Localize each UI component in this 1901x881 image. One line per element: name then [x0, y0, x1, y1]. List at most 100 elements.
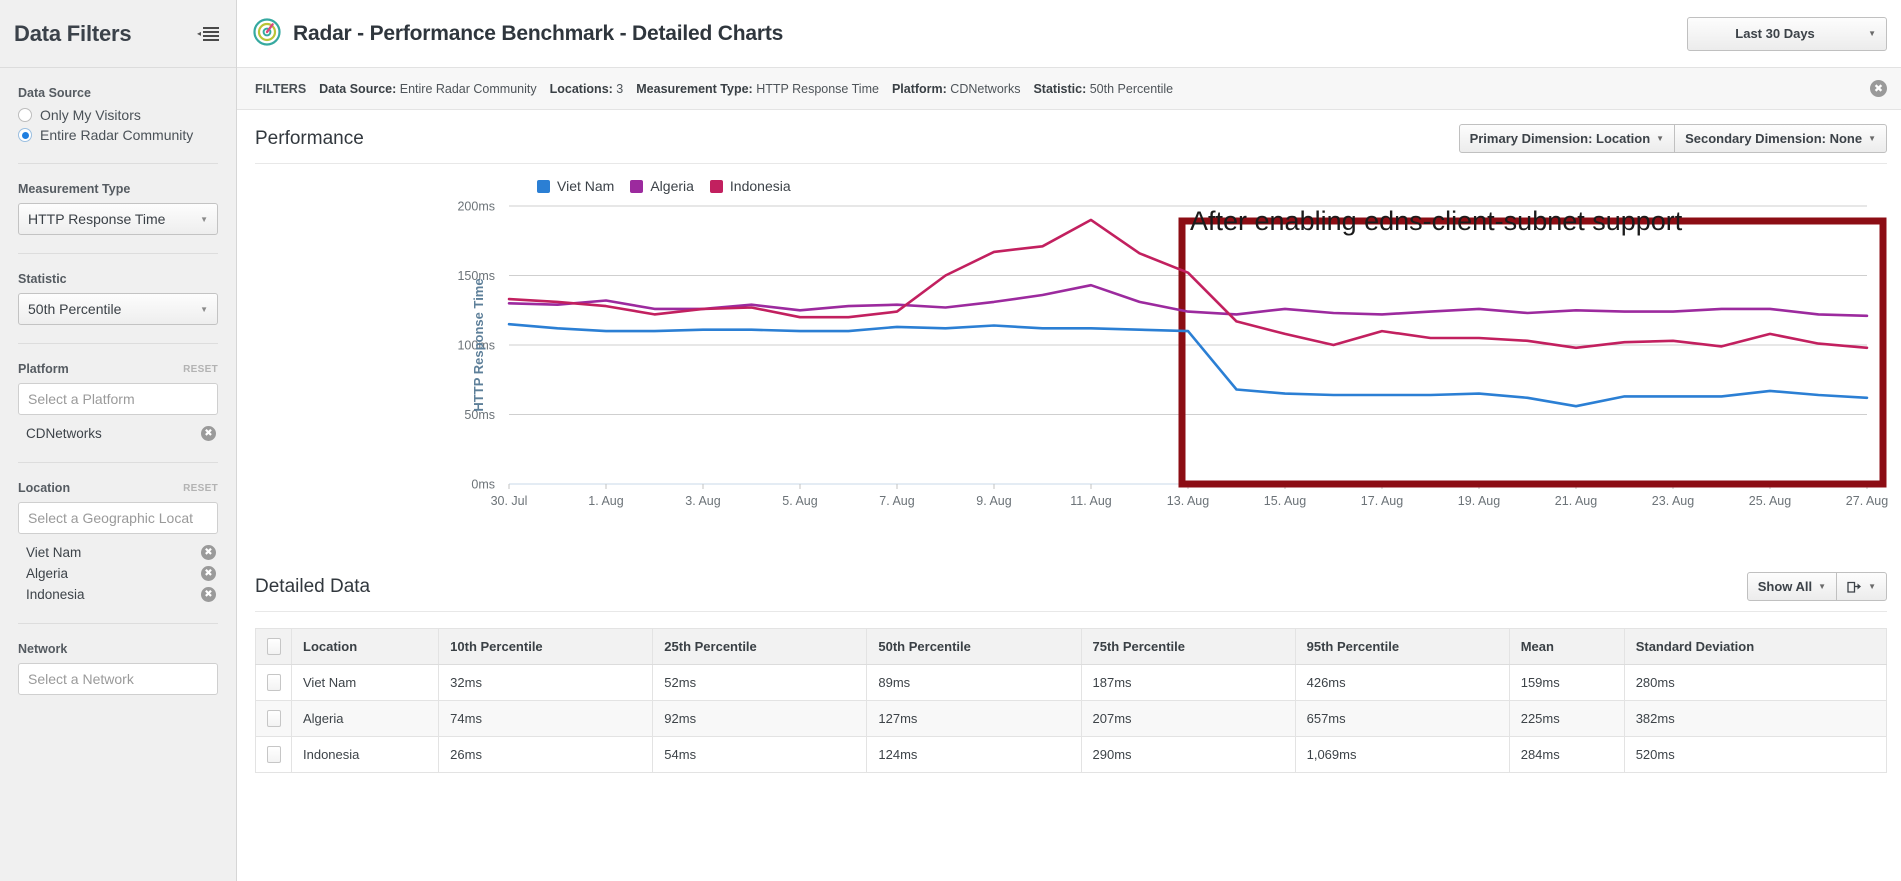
legend-label: Indonesia: [729, 178, 791, 194]
remove-chip-icon[interactable]: ✖: [201, 566, 216, 581]
table-actions: Show All ▼ ▼: [1746, 572, 1887, 601]
table-cell: 520ms: [1623, 736, 1888, 773]
table-header-cell[interactable]: 25th Percentile: [652, 628, 868, 665]
platform-input[interactable]: Select a Platform: [18, 383, 218, 415]
collapse-sidebar-icon[interactable]: ◂: [197, 26, 219, 41]
table-header-cell[interactable]: 95th Percentile: [1294, 628, 1510, 665]
location-label: Location RESET: [18, 481, 218, 495]
primary-dimension-label: Primary Dimension: Location: [1469, 131, 1651, 146]
platform-chip-label: CDNetworks: [26, 426, 102, 441]
statistic-value: 50th Percentile: [28, 301, 122, 317]
location-input[interactable]: Select a Geographic Locat: [18, 502, 218, 534]
date-range-button[interactable]: Last 30 Days ▼: [1687, 16, 1887, 51]
legend-swatch: [709, 179, 723, 193]
remove-chip-icon[interactable]: ✖: [201, 545, 216, 560]
annotation-highlight-box: [1178, 217, 1887, 488]
chevron-down-icon: ▼: [1868, 134, 1876, 143]
legend-item-indonesia[interactable]: Indonesia: [709, 178, 791, 194]
legend-item-viet-nam[interactable]: Viet Nam: [537, 178, 614, 194]
filter-summary-statistic: Statistic: 50th Percentile: [1033, 81, 1174, 96]
filter-group-statistic: Statistic 50th Percentile ▼: [18, 254, 218, 344]
network-label: Network: [18, 642, 68, 656]
table-header-cell[interactable]: 75th Percentile: [1080, 628, 1296, 665]
sidebar-body: Data Source Only My Visitors Entire Rada…: [0, 68, 236, 713]
main-content: Radar - Performance Benchmark - Detailed…: [237, 0, 1901, 881]
table-cell: 92ms: [652, 700, 868, 737]
table-cell: 26ms: [438, 736, 654, 773]
x-axis-tick-label: 5. Aug: [782, 494, 817, 508]
show-all-button[interactable]: Show All ▼: [1746, 572, 1838, 601]
table-header-row: Location 10th Percentile 25th Percentile…: [255, 628, 1888, 665]
filter-group-network: Network Select a Network: [18, 624, 218, 713]
table-header-cell[interactable]: Mean: [1508, 628, 1625, 665]
filter-summary-data-source: Data Source: Entire Radar Community: [319, 81, 537, 96]
measurement-type-label: Measurement Type: [18, 182, 131, 196]
secondary-dimension-button[interactable]: Secondary Dimension: None ▼: [1674, 124, 1887, 153]
table-head: Location 10th Percentile 25th Percentile…: [255, 628, 1888, 665]
row-select-cell: [255, 736, 292, 773]
primary-dimension-button[interactable]: Primary Dimension: Location ▼: [1458, 124, 1676, 153]
platform-label: Platform RESET: [18, 362, 218, 376]
radio-label-entire-radar-community: Entire Radar Community: [40, 127, 194, 143]
chart-annotation-text: After enabling edns-client-subnet suppor…: [1190, 206, 1683, 236]
x-axis-tick-label: 25. Aug: [1749, 494, 1791, 508]
x-axis-tick-label: 17. Aug: [1361, 494, 1403, 508]
x-axis-tick-label: 9. Aug: [976, 494, 1011, 508]
radio-icon-off: [18, 108, 32, 122]
filter-group-location: Location RESET Select a Geographic Locat…: [18, 463, 218, 624]
radio-icon-on: [18, 128, 32, 142]
row-checkbox[interactable]: [267, 746, 281, 763]
secondary-dimension-label: Secondary Dimension: None: [1685, 131, 1863, 146]
table-cell-location: Viet Nam: [290, 664, 440, 701]
x-axis-tick-label: 3. Aug: [685, 494, 720, 508]
list-item: Indonesia ✖: [18, 584, 218, 605]
chevron-down-icon: ▼: [200, 214, 208, 224]
remove-chip-icon[interactable]: ✖: [201, 587, 216, 602]
row-checkbox[interactable]: [267, 674, 281, 691]
table-cell: 207ms: [1080, 700, 1296, 737]
table-cell: 657ms: [1294, 700, 1510, 737]
table-header-cell[interactable]: 50th Percentile: [866, 628, 1082, 665]
radar-target-icon: [253, 18, 281, 49]
row-checkbox[interactable]: [267, 710, 281, 727]
remove-chip-icon[interactable]: ✖: [201, 426, 216, 441]
table-cell: 127ms: [866, 700, 1082, 737]
x-axis-tick-label: 19. Aug: [1458, 494, 1500, 508]
radio-entire-radar-community[interactable]: Entire Radar Community: [18, 127, 218, 143]
chart-plot-area: 0ms50ms100ms150ms200msHTTP Response Time…: [457, 200, 1888, 509]
filter-group-measurement-type: Measurement Type HTTP Response Time ▼: [18, 164, 218, 254]
close-icon[interactable]: ✖: [1870, 80, 1887, 97]
legend-swatch: [537, 179, 550, 193]
network-input[interactable]: Select a Network: [18, 663, 218, 695]
legend-item-algeria[interactable]: Algeria: [630, 178, 694, 194]
table-row: Algeria 74ms 92ms 127ms 207ms 657ms 225m…: [255, 700, 1888, 737]
radio-only-my-visitors[interactable]: Only My Visitors: [18, 107, 218, 123]
measurement-type-select[interactable]: HTTP Response Time ▼: [18, 203, 218, 235]
detailed-data-table: Location 10th Percentile 25th Percentile…: [255, 628, 1888, 773]
table-cell-location: Algeria: [290, 700, 440, 737]
legend-label: Viet Nam: [557, 178, 615, 194]
top-bar: Radar - Performance Benchmark - Detailed…: [237, 0, 1901, 68]
table-row: Indonesia 26ms 54ms 124ms 290ms 1,069ms …: [255, 736, 1888, 773]
export-button[interactable]: ▼: [1836, 572, 1887, 601]
row-select-cell: [255, 664, 292, 701]
x-axis-tick-label: 21. Aug: [1555, 494, 1597, 508]
location-reset-button[interactable]: RESET: [183, 483, 218, 494]
detailed-data-title: Detailed Data: [255, 575, 371, 597]
table-header-cell[interactable]: Location: [290, 628, 440, 665]
select-all-checkbox[interactable]: [267, 638, 281, 655]
table-header-cell[interactable]: 10th Percentile: [438, 628, 654, 665]
filter-summary-locations: Locations: 3: [549, 81, 624, 96]
filters-label: FILTERS: [255, 81, 307, 96]
y-axis-tick-label: 0ms: [471, 478, 495, 492]
x-axis-tick-label: 27. Aug: [1846, 494, 1888, 508]
chart-line-algeria: [507, 283, 1869, 318]
chevron-down-icon: ▼: [1818, 582, 1827, 591]
x-axis-tick-label: 7. Aug: [879, 494, 914, 508]
table-header-cell[interactable]: Standard Deviation: [1623, 628, 1888, 665]
table-cell: 280ms: [1623, 664, 1888, 701]
platform-reset-button[interactable]: RESET: [183, 364, 218, 375]
location-chip-label: Indonesia: [26, 587, 85, 602]
filter-summary-platform: Platform: CDNetworks: [891, 81, 1021, 96]
statistic-select[interactable]: 50th Percentile ▼: [18, 293, 218, 325]
